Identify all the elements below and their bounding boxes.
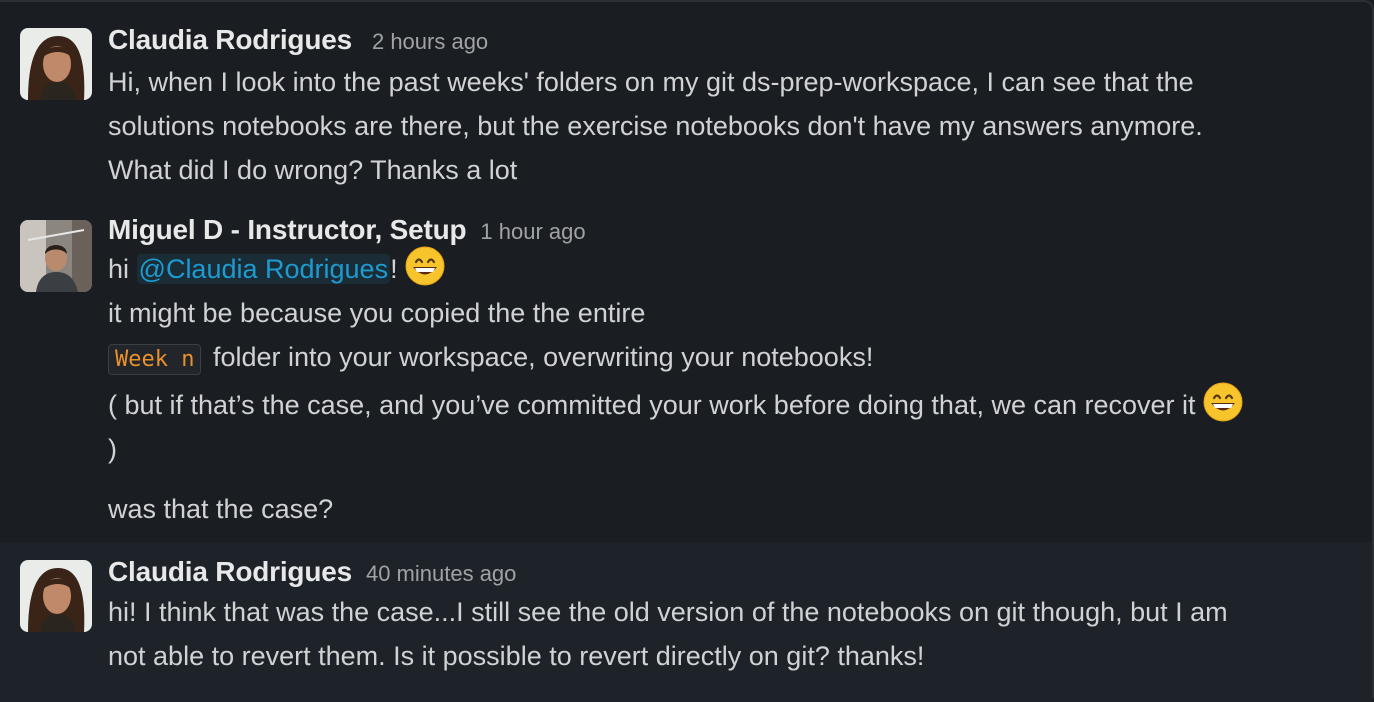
timestamp[interactable]: 40 minutes ago	[366, 561, 516, 587]
message-text: hi @Claudia Rodrigues! it might be becau…	[108, 246, 1372, 531]
author-name[interactable]: Miguel D - Instructor, Setup	[108, 214, 467, 246]
user-mention[interactable]: @Claudia Rodrigues	[136, 254, 391, 284]
message-text: Hi, when I look into the past weeks' fol…	[108, 67, 1203, 185]
author-name[interactable]: Claudia Rodrigues	[108, 24, 352, 56]
inline-code: Week n	[108, 344, 202, 375]
author-name[interactable]: Claudia Rodrigues	[108, 556, 352, 588]
avatar-image	[20, 560, 92, 632]
grinning-face-emoji	[405, 246, 445, 286]
message[interactable]: Miguel D - Instructor, Setup 1 hour ago …	[0, 186, 1372, 542]
avatar[interactable]	[20, 28, 92, 100]
message-text: hi! I think that was the case...I still …	[108, 597, 1228, 671]
grinning-face-emoji	[1203, 382, 1243, 422]
avatar[interactable]	[20, 220, 92, 292]
message-highlighted[interactable]: Claudia Rodrigues 40 minutes ago hi! I t…	[0, 542, 1372, 702]
message-pane: Claudia Rodrigues 2 hours ago Hi, when I…	[0, 0, 1374, 702]
avatar-image	[20, 28, 92, 100]
timestamp[interactable]: 2 hours ago	[372, 29, 488, 55]
avatar-image	[20, 220, 92, 292]
avatar[interactable]	[20, 560, 92, 632]
message[interactable]: Claudia Rodrigues 2 hours ago Hi, when I…	[0, 2, 1372, 186]
timestamp[interactable]: 1 hour ago	[480, 219, 585, 245]
